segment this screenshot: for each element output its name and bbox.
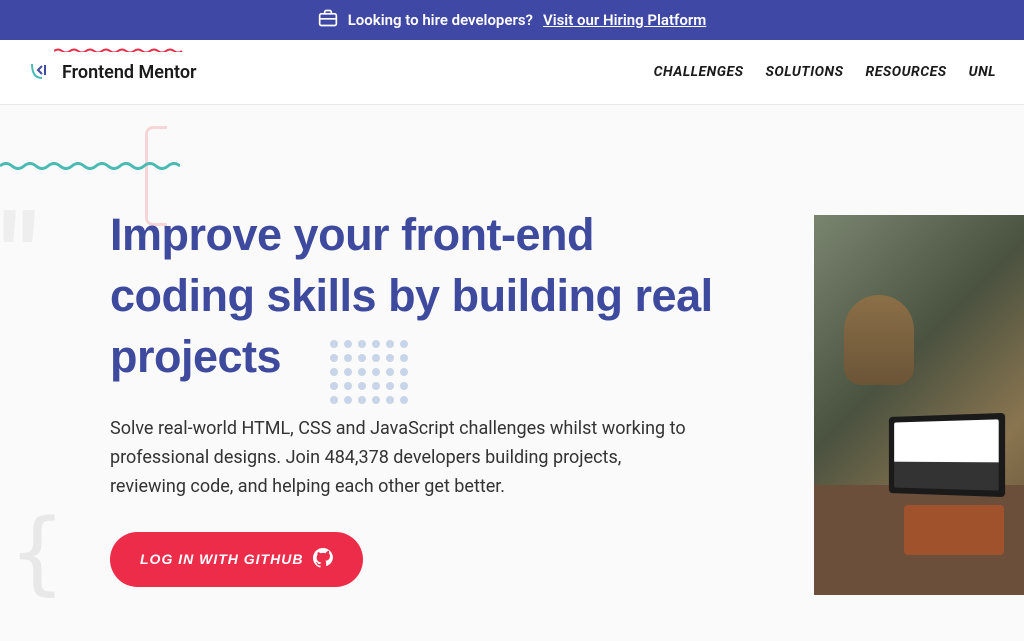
logo-icon [28,60,52,84]
hiring-banner: Looking to hire developers? Visit our Hi… [0,0,1024,40]
hero-image [814,215,1024,595]
hero-content: Improve your front-end coding skills by … [110,205,730,587]
hiring-link[interactable]: Visit our Hiring Platform [543,11,706,29]
logo[interactable]: Frontend Mentor [28,60,197,84]
github-icon [313,548,333,571]
hero-section: Improve your front-end coding skills by … [0,105,1024,587]
nav-solutions[interactable]: SOLUTIONS [766,64,844,80]
logo-text: Frontend Mentor [62,62,197,83]
hero-title: Improve your front-end coding skills by … [110,205,730,387]
nav-challenges[interactable]: CHALLENGES [654,64,744,80]
logo-squiggle [54,48,184,52]
banner-text: Looking to hire developers? [348,11,533,29]
nav-unlock[interactable]: UNL [969,64,996,80]
login-github-button[interactable]: LOG IN WITH GITHUB [110,532,363,587]
main-nav: CHALLENGES SOLUTIONS RESOURCES UNL [654,64,996,80]
nav-resources[interactable]: RESOURCES [866,64,947,80]
briefcase-icon [318,8,338,32]
cta-label: LOG IN WITH GITHUB [140,551,303,567]
hero-subtitle: Solve real-world HTML, CSS and JavaScrip… [110,415,690,501]
header: Frontend Mentor CHALLENGES SOLUTIONS RES… [0,40,1024,105]
title-squiggle [0,161,180,171]
